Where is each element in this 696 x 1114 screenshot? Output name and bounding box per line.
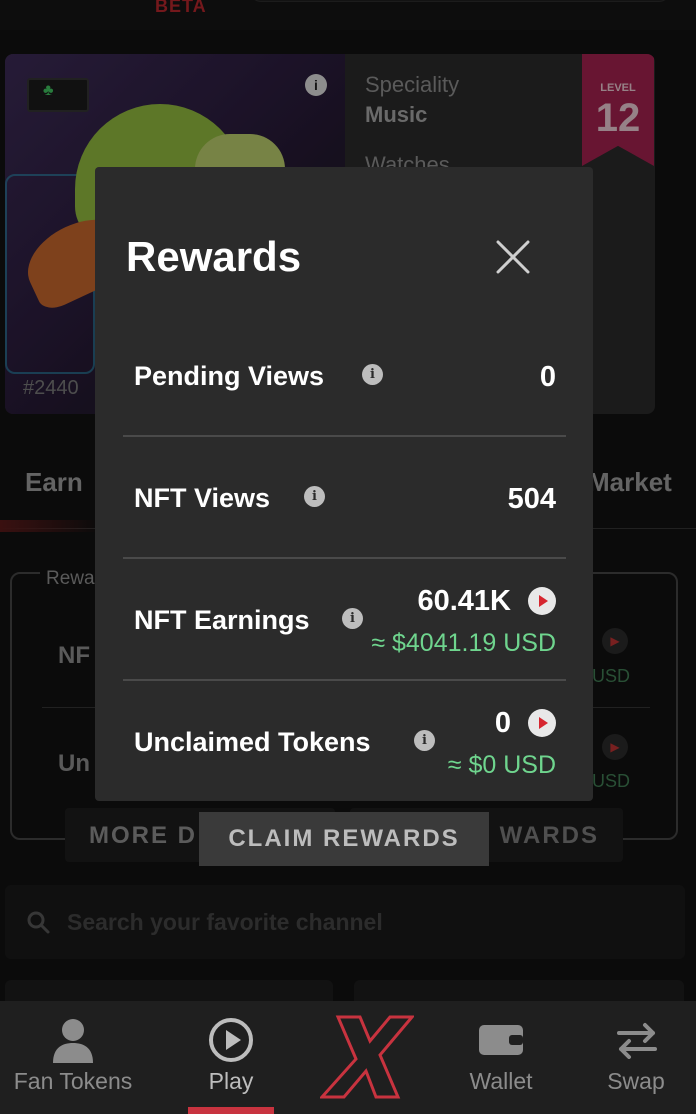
nav-label: Play [208,1068,254,1094]
info-icon[interactable]: i [304,486,325,507]
nav-fan-tokens[interactable]: Fan Tokens [0,1001,146,1114]
x-logo-icon [320,1015,414,1099]
divider [123,557,566,559]
user-icon [53,1019,93,1063]
info-icon[interactable]: i [342,608,363,629]
pending-views-value: 0 [539,361,556,393]
play-icon[interactable] [528,587,556,615]
unclaimed-tokens-usd: ≈ $0 USD [447,751,556,779]
nft-earnings-row: NFT Earnings i 60.41K ≈ $4041.19 USD [123,579,566,663]
claim-rewards-button[interactable]: CLAIM REWARDS [199,812,489,866]
nav-play[interactable]: Play [170,1001,292,1114]
wallet-icon [479,1025,523,1055]
info-icon[interactable]: i [362,364,383,385]
nav-swap[interactable]: Swap [580,1001,692,1114]
nav-label: Fan Tokens [13,1068,133,1094]
divider [123,679,566,681]
nav-label: Wallet [469,1068,533,1094]
close-icon[interactable] [493,237,533,277]
swap-arrows-icon [617,1023,657,1059]
modal-title: Rewards [126,233,302,280]
nft-views-value: 504 [507,483,556,515]
nft-earnings-label: NFT Earnings [134,605,310,635]
unclaimed-tokens-row: Unclaimed Tokens i 0 ≈ $0 USD [123,701,566,785]
divider [123,435,566,437]
nav-active-indicator [188,1107,274,1114]
claim-rewards-label: CLAIM REWARDS [228,825,460,852]
pending-views-row: Pending Views i 0 [123,347,566,407]
nft-views-row: NFT Views i 504 [123,469,566,529]
nav-wallet[interactable]: Wallet [440,1001,562,1114]
nft-views-label: NFT Views [134,483,271,513]
rewards-modal: Rewards Pending Views i 0 NFT Views i 50… [95,167,593,801]
unclaimed-tokens-label: Unclaimed Tokens [134,727,371,757]
nft-earnings-usd: ≈ $4041.19 USD [371,629,556,657]
play-icon[interactable] [528,709,556,737]
info-icon[interactable]: i [414,730,435,751]
pending-views-label: Pending Views [134,361,325,391]
nav-label: Swap [607,1068,665,1094]
nav-home-logo[interactable] [318,1001,416,1114]
play-icon [209,1018,253,1062]
nft-earnings-value: 60.41K [417,585,511,617]
bottom-nav: Fan Tokens Play Wallet Swap [0,1001,696,1114]
unclaimed-tokens-value: 0 [494,707,511,739]
